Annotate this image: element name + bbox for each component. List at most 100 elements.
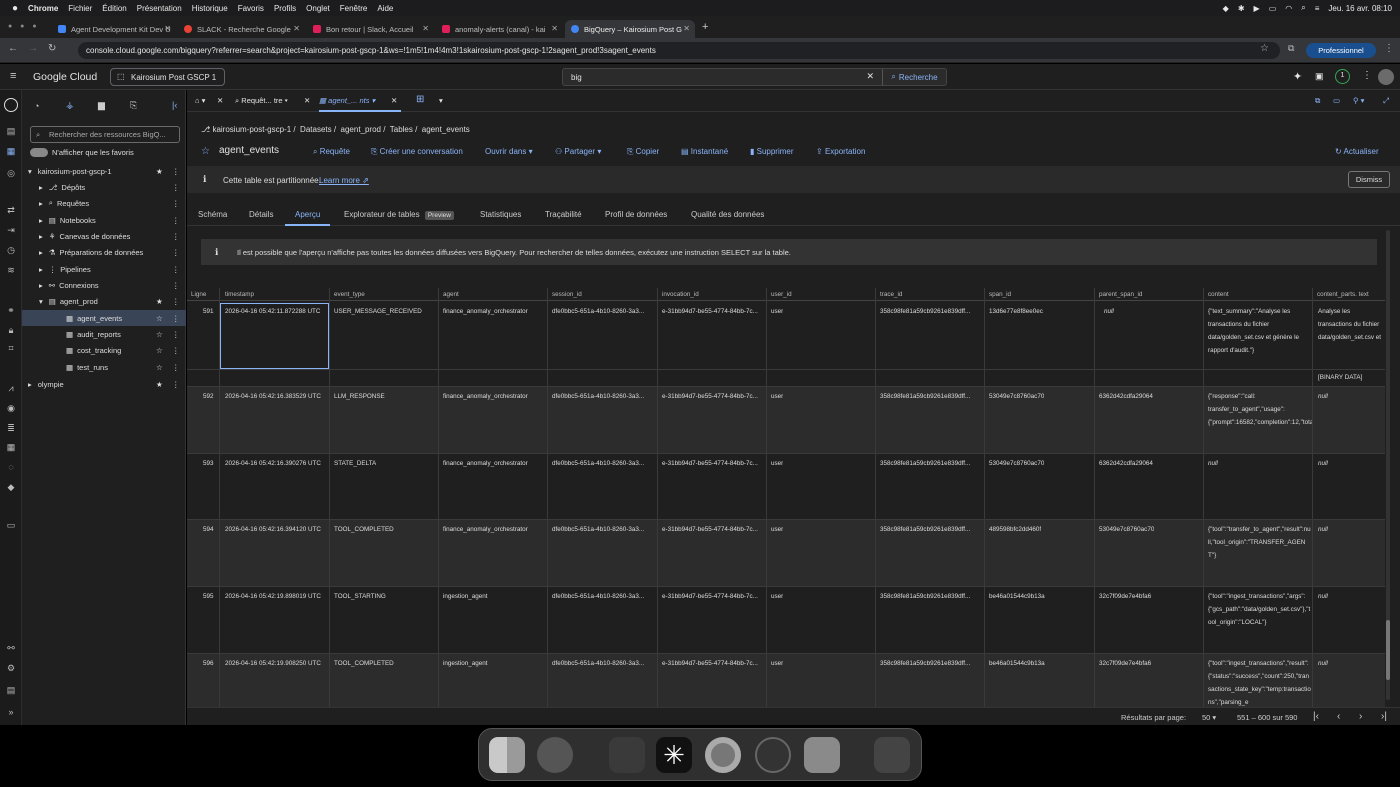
settings-icon[interactable]: ⚙ <box>6 663 16 673</box>
cell-timestamp[interactable]: 2026-04-16 05:42:19.898019 UTC <box>225 593 321 600</box>
close-icon[interactable]: ✕ <box>217 96 223 105</box>
cell-span-id[interactable]: 53049e7c8760ac70 <box>989 393 1044 400</box>
cell-parent-span-id[interactable]: 6362d42cdfa29064 <box>1099 393 1153 400</box>
copy-button[interactable]: ⎘ Copier <box>627 147 659 157</box>
star-icon[interactable]: ★ <box>156 380 163 389</box>
favorite-star-icon[interactable]: ☆ <box>201 146 210 157</box>
search-icon[interactable]: ◎ <box>6 168 16 178</box>
cell-session-id[interactable]: dfe0bbc5-651a-4b10-8260-3a3... <box>552 308 656 315</box>
cell-user-id[interactable]: user <box>771 393 783 400</box>
kebab-icon[interactable]: ⋮ <box>172 248 180 257</box>
previous-page-icon[interactable]: ‹ <box>1337 711 1340 722</box>
browser-tab-active[interactable]: BigQuery – Kairosium Post G ✕ <box>565 20 695 38</box>
cell-content-parts[interactable]: null <box>1318 460 1328 467</box>
next-page-icon[interactable]: › <box>1359 711 1362 722</box>
console-search[interactable]: big ✕ ⌕ Recherche <box>562 68 947 86</box>
cell-timestamp[interactable]: 2026-04-16 05:42:11.872288 UTC <box>220 303 329 369</box>
favorites-toggle[interactable]: N'afficher que les favoris <box>22 144 186 160</box>
bigquery-icon[interactable] <box>4 98 18 112</box>
cell-parent-span-id[interactable]: 32c7f09de7e4bfa6 <box>1099 660 1151 667</box>
cell-timestamp[interactable]: 2026-04-16 05:42:16.394120 UTC <box>225 526 321 533</box>
clear-search-icon[interactable]: ✕ <box>866 71 874 82</box>
star-outline-icon[interactable]: ☆ <box>156 330 163 339</box>
cell-invocation-id[interactable]: e-31bb94d7-be55-4774-84bb-7c... <box>662 393 766 400</box>
menu-fichier[interactable]: Fichier <box>68 4 92 13</box>
kebab-icon[interactable]: ⋮ <box>172 199 180 208</box>
table-row[interactable]: 591 2026-04-16 05:42:11.872288 UTC USER_… <box>187 302 1385 370</box>
diamond-icon[interactable]: ◆ <box>6 482 16 492</box>
cell-user-id[interactable]: user <box>771 526 783 533</box>
profile-button[interactable]: Professionnel <box>1306 43 1376 58</box>
menu-fenetre[interactable]: Fenêtre <box>340 4 368 13</box>
tab-details[interactable]: Détails <box>249 210 273 219</box>
menu-app-name[interactable]: Chrome <box>28 4 58 13</box>
kebab-icon[interactable]: ⋮ <box>172 216 180 225</box>
browser-tab[interactable]: anomaly-alerts (canal) - kai ✕ <box>436 20 563 38</box>
table-row[interactable]: 596 2026-04-16 05:42:19.908250 UTC TOOL_… <box>187 654 1385 708</box>
folder-icon[interactable]: ▆ <box>98 100 105 111</box>
kebab-icon[interactable]: ⋮ <box>172 232 180 241</box>
col-header[interactable]: Ligne <box>191 291 206 298</box>
tree-project[interactable]: ▾ kairosium-post-gscp-1 ★ ⋮ <box>22 163 186 179</box>
explorer-tab-icon[interactable]: ◔ <box>34 101 39 111</box>
cell-invocation-id[interactable]: e-31bb94d7-be55-4774-84bb-7c... <box>662 593 766 600</box>
tab-data-quality[interactable]: Qualité des données <box>691 210 764 219</box>
browser-menu-icon[interactable]: ⋮ <box>1384 43 1394 54</box>
close-icon[interactable]: ✕ <box>293 24 300 33</box>
cell-span-id[interactable]: 489598bfc2dd460f <box>989 526 1041 533</box>
explorer-search[interactable]: ⌕ Rechercher des ressources BigQ... <box>30 126 180 143</box>
cell-invocation-id[interactable]: e-31bb94d7-be55-4774-84bb-7c... <box>662 460 766 467</box>
kebab-icon[interactable]: ⋮ <box>172 314 180 323</box>
chevron-right-icon[interactable]: ▸ <box>39 199 43 208</box>
cell-event-type[interactable]: TOOL_STARTING <box>334 593 438 600</box>
cell-content-parts[interactable]: null <box>1318 393 1328 400</box>
tree-item-pipelines[interactable]: ▸ ⋮ Pipelines ⋮ <box>22 261 186 277</box>
editor-tab-table[interactable]: ▦ agent_... nts ▾ <box>319 92 401 112</box>
tab-data-profile[interactable]: Profil de données <box>605 210 667 219</box>
layout-icon[interactable]: ⧉ <box>1315 96 1320 106</box>
query-button[interactable]: ⌕ Requête <box>313 147 350 157</box>
cell-session-id[interactable]: dfe0bbc5-651a-4b10-8260-3a3... <box>552 393 656 400</box>
cell-trace-id[interactable]: 358c98fe81a59cb9261e839dff... <box>880 308 984 315</box>
list-icon[interactable]: ≣ <box>6 423 16 433</box>
browser-tab[interactable]: SLACK - Recherche Google ✕ <box>178 20 305 38</box>
cell-parent-span-id[interactable]: 53049e7c8760ac70 <box>1099 526 1154 533</box>
col-header[interactable]: event_type <box>334 291 365 298</box>
menu-profils[interactable]: Profils <box>274 4 296 13</box>
cell-content-parts[interactable]: null <box>1318 593 1328 600</box>
quicktime-icon[interactable] <box>755 737 791 773</box>
cell-content-parts[interactable]: Analyse les transactions du fichier data… <box>1318 305 1382 347</box>
chrome-icon[interactable] <box>705 737 741 773</box>
browser-tab[interactable]: Bon retour | Slack, Accueil ✕ <box>307 20 434 38</box>
cell-user-id[interactable]: user <box>771 660 783 667</box>
cell-user-id[interactable]: user <box>771 308 783 315</box>
url-bar[interactable]: console.cloud.google.com/bigquery?referr… <box>78 42 1280 59</box>
chevron-right-icon[interactable]: ▸ <box>39 216 43 225</box>
kebab-icon[interactable]: ⋮ <box>172 183 180 192</box>
share-button[interactable]: ⚇ Partager ▾ <box>555 147 601 156</box>
cell-content[interactable]: {"response":"call: transfer_to_agent","u… <box>1208 390 1312 450</box>
learn-more-link[interactable]: Learn more ⇗ <box>319 176 369 185</box>
col-header[interactable]: session_id <box>552 291 582 298</box>
safari-icon[interactable] <box>537 737 573 773</box>
virtualbox-icon[interactable] <box>804 737 840 773</box>
cell-content-parts[interactable]: null <box>1318 526 1328 533</box>
fullscreen-icon[interactable]: ⤢ <box>1383 96 1389 106</box>
chevron-right-icon[interactable]: ▸ <box>39 281 43 290</box>
cell-agent[interactable]: ingestion_agent <box>443 593 547 600</box>
cell-trace-id[interactable]: 358c98fe81a59cb9261e839dff... <box>880 460 984 467</box>
lock-icon[interactable]: 🔒︎ <box>6 325 16 335</box>
chevron-right-icon[interactable]: ▸ <box>39 232 43 241</box>
tree-table-cost-tracking[interactable]: ▦ cost_tracking ☆ ⋮ <box>22 342 186 358</box>
table-row[interactable]: 594 2026-04-16 05:42:16.394120 UTC TOOL_… <box>187 520 1385 587</box>
chevron-down-icon[interactable]: ▾ <box>39 297 43 306</box>
home-icon[interactable]: ⌂ ▾ <box>195 96 205 105</box>
tab-statistics[interactable]: Statistiques <box>480 210 521 219</box>
breadcrumb-tables[interactable]: Tables <box>390 125 413 134</box>
star-icon[interactable]: ★ <box>156 297 163 306</box>
export-button[interactable]: ⇪ Exportation <box>816 147 865 156</box>
col-header[interactable]: invocation_id <box>662 291 699 298</box>
wand-icon[interactable]: ⚲ ▾ <box>1353 96 1364 105</box>
tree-table-test-runs[interactable]: ▦ test_runs ☆ ⋮ <box>22 359 186 375</box>
reload-icon[interactable]: ↻ <box>48 43 56 54</box>
